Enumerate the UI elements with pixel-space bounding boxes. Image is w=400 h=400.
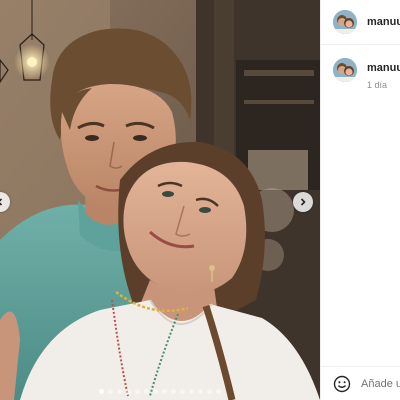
chevron-right-icon xyxy=(300,198,306,206)
carousel-dot xyxy=(135,389,140,394)
carousel-dot xyxy=(180,389,185,394)
comment-username[interactable]: manuu xyxy=(367,62,400,74)
carousel-indicator xyxy=(0,389,320,394)
post-side-panel: manuu manuu 1 día xyxy=(320,0,400,400)
post-photo[interactable] xyxy=(0,0,320,400)
header-username[interactable]: manuu xyxy=(367,16,400,28)
avatar-image xyxy=(333,10,357,34)
carousel-dot xyxy=(108,389,113,394)
carousel-dot xyxy=(198,389,203,394)
carousel-dot xyxy=(216,389,221,394)
comment-input[interactable] xyxy=(361,378,400,390)
carousel-dot xyxy=(207,389,212,394)
smiley-icon xyxy=(333,375,351,393)
comment-body: manuu 1 día xyxy=(367,62,400,90)
carousel-dot xyxy=(153,389,158,394)
post-header: manuu xyxy=(321,0,400,45)
emoji-button[interactable] xyxy=(333,375,351,393)
carousel-dot xyxy=(162,389,167,394)
carousel-dot xyxy=(99,389,104,394)
carousel-dot xyxy=(117,389,122,394)
carousel-dot xyxy=(171,389,176,394)
instagram-post-view: manuu manuu 1 día xyxy=(0,0,400,400)
avatar-image xyxy=(333,58,357,82)
selfie-photo xyxy=(0,0,320,400)
carousel-dot xyxy=(126,389,131,394)
next-photo-button[interactable] xyxy=(293,192,313,212)
avatar[interactable] xyxy=(333,58,357,82)
comment-timestamp[interactable]: 1 día xyxy=(367,80,400,90)
caption-comment: manuu 1 día xyxy=(333,58,400,90)
avatar[interactable] xyxy=(333,10,357,34)
carousel-dot xyxy=(144,389,149,394)
carousel-dot xyxy=(189,389,194,394)
add-comment-bar xyxy=(321,366,400,400)
chevron-left-icon xyxy=(0,198,3,206)
